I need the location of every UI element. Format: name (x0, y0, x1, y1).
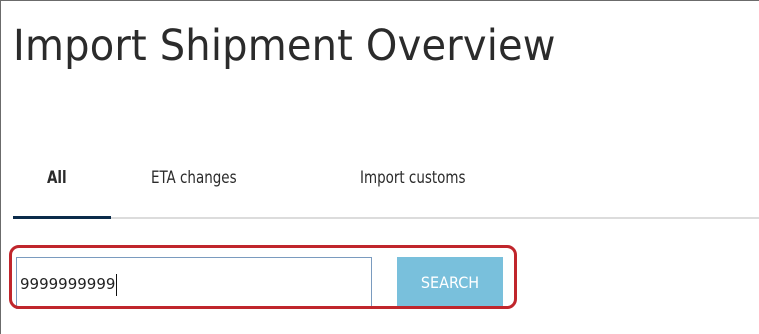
search-input-value: 9999999999 (20, 275, 116, 293)
tab-import-customs[interactable]: Import customs (360, 168, 466, 188)
page-frame: Import Shipment Overview All ETA changes… (0, 0, 759, 334)
text-caret (116, 273, 118, 296)
tabs-divider (13, 217, 759, 219)
active-tab-indicator (13, 216, 111, 219)
search-button[interactable]: SEARCH (397, 257, 503, 309)
search-input[interactable]: 9999999999 (16, 257, 372, 309)
tab-eta-changes[interactable]: ETA changes (151, 168, 237, 188)
tab-all[interactable]: All (47, 168, 67, 188)
tab-bar: All ETA changes Import customs (13, 151, 759, 221)
page-title: Import Shipment Overview (13, 21, 556, 71)
